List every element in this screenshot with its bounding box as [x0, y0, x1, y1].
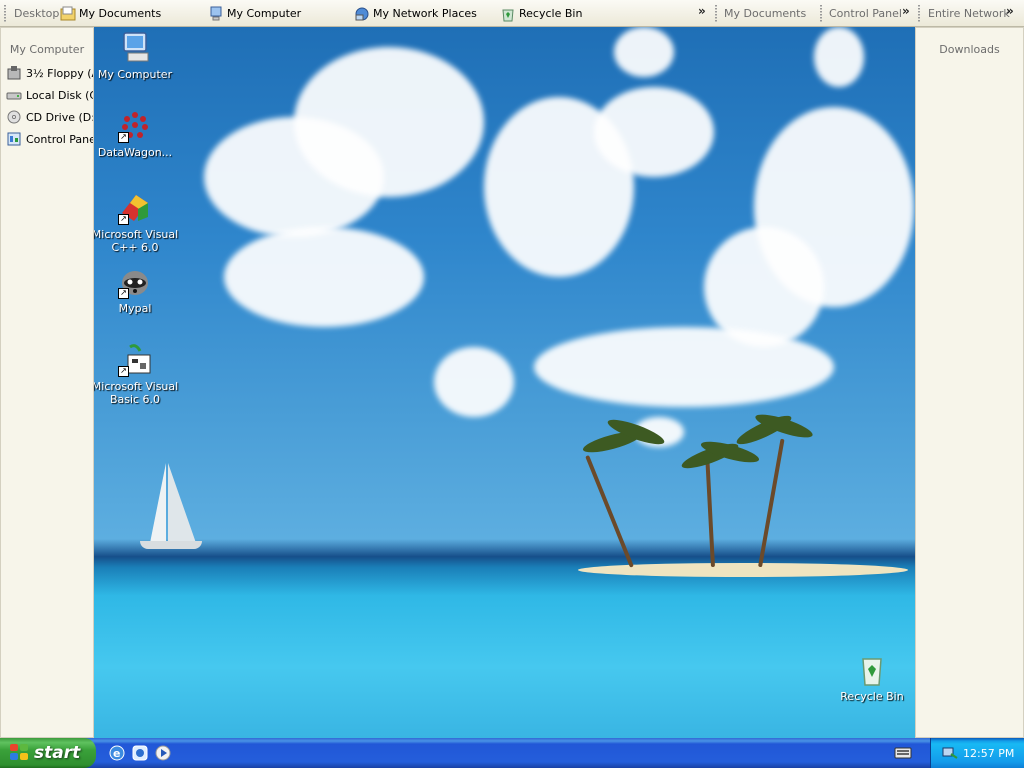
right-panel-title: Downloads: [939, 43, 1000, 56]
toolbar-chevron-2[interactable]: »: [902, 4, 910, 18]
desktop-icon-label: My Computer: [97, 68, 173, 81]
wallpaper-cloud: [814, 27, 864, 87]
mypal-icon: ↗: [118, 265, 152, 299]
desktop-icon-visual-cpp[interactable]: ↗ Microsoft Visual C++ 6.0: [94, 191, 180, 254]
desktop-icon-visual-basic[interactable]: ↗ Microsoft Visual Basic 6.0: [94, 343, 180, 406]
floppy-drive-icon: [6, 65, 22, 81]
shortcut-arrow-icon: ↗: [118, 288, 129, 299]
toolbar-entire-network-button[interactable]: Entire Network: [928, 5, 1010, 22]
desktop-icon-label: Microsoft Visual Basic 6.0: [94, 380, 179, 406]
toolbar-control-panel-label: Control Panel: [829, 7, 902, 20]
desktop-icon-label: DataWagon...: [97, 146, 173, 159]
visual-cpp-icon: ↗: [118, 191, 152, 225]
start-button[interactable]: start: [0, 738, 96, 768]
wallpaper-sail: [150, 463, 166, 543]
datawagon-icon: ↗: [118, 109, 152, 143]
wallpaper-cloud: [294, 47, 484, 197]
wallpaper-cloud: [224, 227, 424, 327]
toolbar-desktop-button[interactable]: Desktop: [14, 5, 59, 22]
palm-trunk: [705, 457, 715, 568]
desktop-icon-label: Microsoft Visual C++ 6.0: [94, 228, 179, 254]
toolbar-my-documents-2-button[interactable]: My Documents: [724, 5, 806, 22]
wallpaper-boat-hull: [140, 541, 202, 549]
toolbar-separator-2: [820, 5, 822, 22]
start-label: start: [34, 743, 81, 763]
keyboard-language-icon[interactable]: [894, 746, 912, 764]
wallpaper-sail: [168, 463, 196, 543]
toolbar-entire-network-label: Entire Network: [928, 7, 1010, 20]
palm-trunk: [758, 438, 785, 568]
desktop-icon-my-computer[interactable]: My Computer: [94, 31, 180, 81]
taskbar: start e 12:57 PM: [0, 738, 1024, 768]
wallpaper-cloud: [594, 87, 714, 177]
left-panel-item-label: CD Drive (D:): [26, 110, 93, 124]
toolbar-chevron-1[interactable]: »: [698, 4, 706, 18]
toolbar-my-documents-2-label: My Documents: [724, 7, 807, 20]
wallpaper-cloud: [534, 327, 834, 407]
network-places-icon: [354, 6, 370, 22]
toolbar-my-computer-button[interactable]: My Computer: [208, 5, 301, 22]
desktop-icon-label: Recycle Bin: [840, 690, 904, 703]
system-tray: 12:57 PM: [930, 738, 1024, 768]
windows-logo-icon: [10, 744, 30, 762]
recycle-bin-icon: [855, 653, 889, 687]
cd-drive-icon: [6, 109, 22, 125]
toolbar-my-documents-label: My Documents: [79, 7, 162, 20]
toolbar-my-network-places-button[interactable]: My Network Places: [354, 5, 477, 22]
my-documents-icon: [60, 6, 76, 22]
internet-explorer-icon[interactable]: e: [108, 744, 126, 762]
left-panel-title: My Computer: [9, 43, 85, 56]
left-panel-item-label: 3½ Floppy (A:): [26, 66, 93, 80]
visual-basic-icon: ↗: [118, 343, 152, 377]
wallpaper-cloud: [614, 27, 674, 77]
toolbar-desktop-label: Desktop: [14, 7, 60, 20]
recycle-bin-icon: [500, 6, 516, 22]
left-panel-item-label: Local Disk (C:): [26, 88, 93, 102]
desktop-icon-mypal[interactable]: ↗ Mypal: [94, 265, 180, 315]
control-panel-icon: [6, 131, 22, 147]
toolbar-chevron-3[interactable]: »: [1006, 4, 1014, 18]
left-panel-item-cd-drive[interactable]: CD Drive (D:): [1, 106, 93, 128]
wallpaper-cloud: [434, 347, 514, 417]
top-toolbar: Desktop My Documents My Computer My Netw…: [0, 0, 1024, 27]
outlook-express-icon[interactable]: [131, 744, 149, 762]
desktop-icon-datawagon[interactable]: ↗ DataWagon...: [94, 109, 180, 159]
toolbar-separator-3: [918, 5, 920, 22]
clock[interactable]: 12:57 PM: [963, 747, 1014, 760]
toolbar-control-panel-button[interactable]: Control Panel: [829, 5, 902, 22]
wallpaper-island: [578, 563, 908, 577]
shortcut-arrow-icon: ↗: [118, 132, 129, 143]
toolbar-my-documents-button[interactable]: My Documents: [60, 5, 161, 22]
my-computer-icon: [208, 6, 224, 22]
desktop-icon-label: Mypal: [118, 302, 152, 315]
left-panel-item-floppy[interactable]: 3½ Floppy (A:): [1, 62, 93, 84]
left-panel-my-computer: My Computer 3½ Floppy (A:) Local Disk (C…: [0, 27, 94, 738]
hard-disk-icon: [6, 87, 22, 103]
toolbar-separator-1: [715, 5, 717, 22]
toolbar-grip[interactable]: [4, 5, 6, 22]
left-panel-item-control-panel[interactable]: Control Panel: [1, 128, 93, 150]
toolbar-my-network-places-label: My Network Places: [373, 7, 477, 20]
media-player-icon[interactable]: [154, 744, 172, 762]
network-tray-icon[interactable]: [941, 744, 959, 762]
svg-text:e: e: [113, 747, 120, 760]
toolbar-my-computer-label: My Computer: [227, 7, 302, 20]
right-panel-downloads: Downloads: [915, 27, 1024, 738]
desktop-icon-recycle-bin[interactable]: Recycle Bin: [827, 653, 915, 703]
shortcut-arrow-icon: ↗: [118, 366, 129, 377]
toolbar-recycle-bin-label: Recycle Bin: [519, 7, 583, 20]
shortcut-arrow-icon: ↗: [118, 214, 129, 225]
desktop-area[interactable]: My Computer ↗ DataWagon... ↗ Microsoft V…: [94, 27, 915, 738]
left-panel-item-local-disk[interactable]: Local Disk (C:): [1, 84, 93, 106]
my-computer-icon: [118, 31, 152, 65]
toolbar-recycle-bin-button[interactable]: Recycle Bin: [500, 5, 582, 22]
palm-trunk: [585, 454, 634, 568]
left-panel-item-label: Control Panel: [26, 132, 93, 146]
